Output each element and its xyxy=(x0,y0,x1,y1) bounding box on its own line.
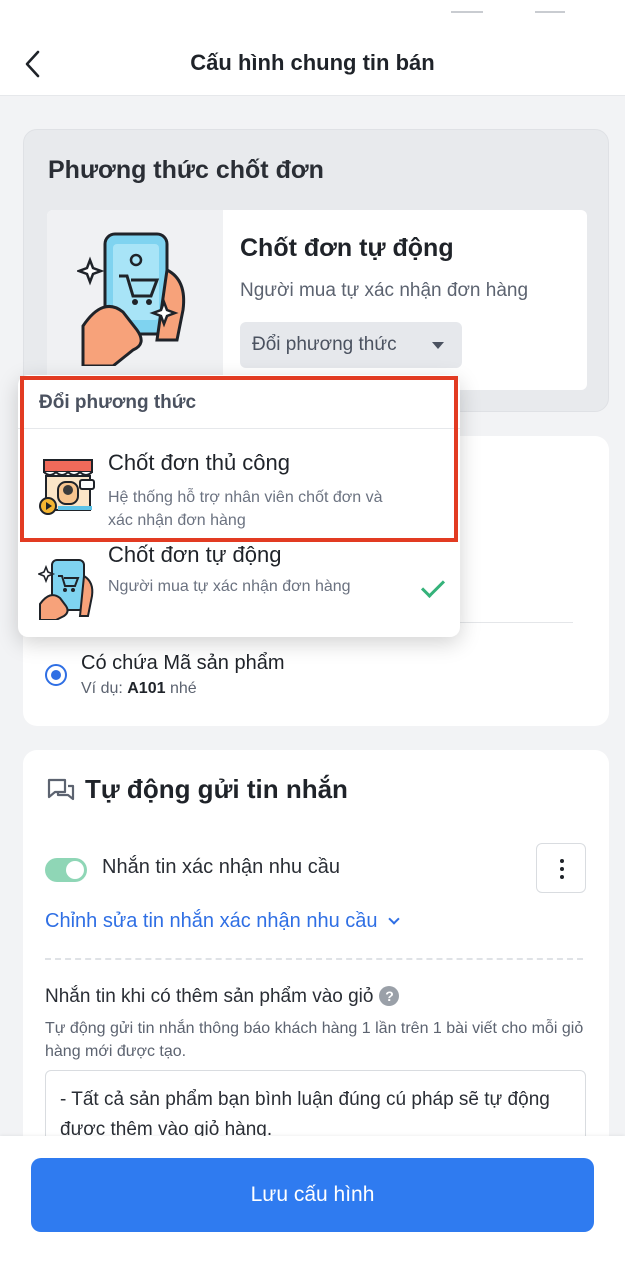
cart-message-title-text: Nhắn tin khi có thêm sản phẩm vào giỏ xyxy=(45,986,374,1007)
help-icon[interactable]: ? xyxy=(379,986,400,1006)
current-method-name: Chốt đơn tự động xyxy=(240,234,454,262)
auto-message-card: Tự động gửi tin nhắn Nhắn tin xác nhận n… xyxy=(23,750,609,1190)
option-manual-closing[interactable]: Chốt đơn thủ công Hệ thống hỗ trợ nhân v… xyxy=(18,430,460,542)
more-options-button[interactable] xyxy=(536,843,586,893)
option-description: Hệ thống hỗ trợ nhân viên chốt đơn và xá… xyxy=(108,489,383,529)
auto-message-title: Tự động gửi tin nhắn xyxy=(85,774,348,804)
phone-cart-icon xyxy=(38,559,94,620)
page-title: Cấu hình chung tin bán xyxy=(190,50,435,75)
option-description: Người mua tự xác nhận đơn hàng xyxy=(108,578,351,595)
example-prefix: Ví dụ: xyxy=(81,680,128,697)
product-code-radio[interactable] xyxy=(45,664,67,686)
edit-confirm-message-link[interactable]: Chỉnh sửa tin nhắn xác nhận nhu cầu xyxy=(45,910,400,933)
product-code-option-title: Có chứa Mã sản phẩm xyxy=(81,652,285,674)
current-method-description: Người mua tự xác nhận đơn hàng xyxy=(240,280,529,301)
current-method-box: Chốt đơn tự động Người mua tự xác nhận đ… xyxy=(47,210,587,390)
option-title: Chốt đơn thủ công xyxy=(108,450,290,475)
cart-message-description: Tự động gửi tin nhắn thông báo khách hàn… xyxy=(45,1020,584,1060)
product-code-example: Ví dụ: A101 nhé xyxy=(81,680,197,698)
option-auto-closing[interactable]: Chốt đơn tự động Người mua tự xác nhận đ… xyxy=(18,542,460,637)
status-bar-fragment xyxy=(451,0,565,13)
example-suffix: nhé xyxy=(165,680,197,697)
app-header: Cấu hình chung tin bán xyxy=(0,0,625,96)
confirm-need-toggle[interactable] xyxy=(45,858,87,882)
change-method-label: Đổi phương thức xyxy=(252,334,397,355)
bottom-bar: Lưu cấu hình xyxy=(0,1136,625,1280)
dropdown-header: Đổi phương thức xyxy=(18,375,460,429)
caret-down-icon xyxy=(432,342,444,349)
chevron-down-icon xyxy=(387,913,400,925)
method-illustration xyxy=(47,210,223,390)
dashed-divider xyxy=(45,958,583,960)
check-icon xyxy=(420,573,446,599)
closing-method-card: Phương thức chốt đơn Chốt đơn tự động Ng… xyxy=(23,129,609,412)
option-title: Chốt đơn tự động xyxy=(108,542,282,567)
chat-icon xyxy=(47,778,75,801)
example-code: A101 xyxy=(127,680,166,697)
edit-link-label: Chỉnh sửa tin nhắn xác nhận nhu cầu xyxy=(45,910,378,932)
confirm-need-label: Nhắn tin xác nhận nhu cầu xyxy=(102,856,340,878)
section-title: Phương thức chốt đơn xyxy=(48,156,324,184)
change-method-dropdown: Đổi phương thức Chốt đơn thủ công Hệ thố… xyxy=(18,375,460,637)
storefront-icon xyxy=(39,459,95,515)
phone-cart-icon xyxy=(77,232,186,366)
save-config-button[interactable]: Lưu cấu hình xyxy=(31,1158,594,1232)
cart-message-title: Nhắn tin khi có thêm sản phẩm vào giỏ? xyxy=(45,986,400,1008)
dropdown-header-label: Đổi phương thức xyxy=(39,392,197,413)
change-method-button[interactable]: Đổi phương thức xyxy=(240,322,462,368)
